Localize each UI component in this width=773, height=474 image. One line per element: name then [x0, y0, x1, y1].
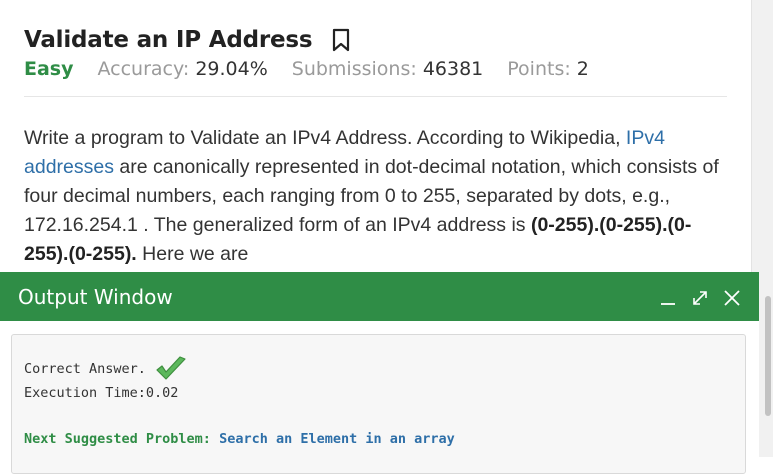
output-window-header: Output Window	[0, 272, 759, 321]
next-problem-label: Next Suggested Problem:	[24, 431, 211, 447]
problem-meta: Easy Accuracy: 29.04% Submissions: 46381…	[24, 58, 728, 86]
difficulty-badge: Easy	[24, 58, 74, 80]
bookmark-icon[interactable]	[330, 28, 352, 52]
accuracy-label: Accuracy:	[97, 58, 190, 80]
minimize-icon[interactable]	[659, 288, 677, 306]
description-text-1: Write a program to Validate an IPv4 Addr…	[24, 127, 626, 149]
scrollbar-thumb[interactable]	[765, 296, 771, 416]
close-icon[interactable]	[723, 288, 741, 306]
points-label: Points:	[507, 58, 571, 80]
output-window-title: Output Window	[18, 284, 173, 309]
accuracy-stat: Accuracy: 29.04%	[98, 58, 268, 80]
points-value: 2	[576, 58, 589, 80]
submissions-value: 46381	[422, 58, 484, 80]
output-console: Correct Answer. Execution Time:0.02 Next…	[11, 334, 746, 474]
submissions-label: Submissions:	[291, 58, 417, 80]
next-suggested-problem: Next Suggested Problem: Search an Elemen…	[24, 431, 455, 447]
points-stat: Points: 2	[507, 58, 589, 80]
result-text: Correct Answer.	[24, 361, 146, 377]
checkmark-icon	[154, 355, 188, 383]
accuracy-value: 29.04%	[195, 58, 268, 80]
header-divider	[24, 96, 727, 97]
execution-time: Execution Time:0.02	[24, 385, 179, 401]
submissions-stat: Submissions: 46381	[292, 58, 484, 80]
maximize-icon[interactable]	[691, 288, 709, 306]
next-problem-link[interactable]: Search an Element in an array	[219, 431, 455, 447]
description-text-3: Here we are	[136, 243, 249, 265]
result-line: Correct Answer.	[24, 355, 188, 383]
problem-description: Write a program to Validate an IPv4 Addr…	[24, 124, 734, 269]
problem-header: Validate an IP Address Easy Accuracy: 29…	[24, 24, 728, 86]
output-window: Output Window Correct Answer. Execution …	[0, 272, 759, 474]
title-row: Validate an IP Address	[24, 24, 728, 56]
problem-title: Validate an IP Address	[24, 27, 313, 53]
window-controls	[659, 288, 741, 306]
